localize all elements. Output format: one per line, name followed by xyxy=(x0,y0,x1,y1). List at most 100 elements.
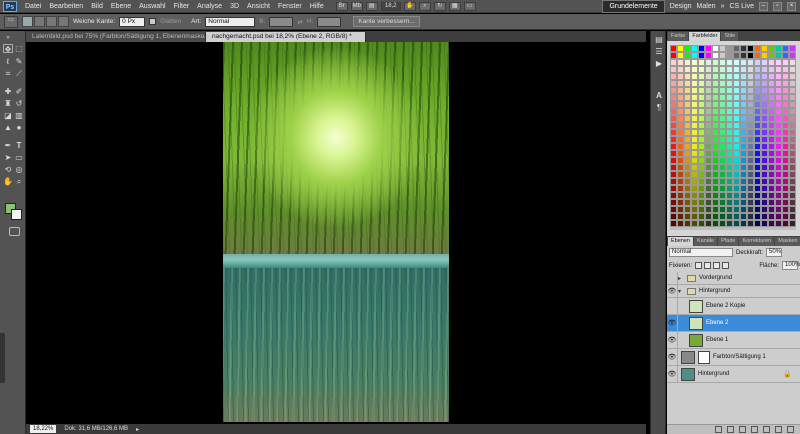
tab-styles[interactable]: Stile xyxy=(721,32,739,41)
swatch-cell[interactable] xyxy=(719,157,726,164)
swatch-cell[interactable] xyxy=(712,157,719,164)
swatch-cell[interactable] xyxy=(761,150,768,157)
blend-mode-select[interactable]: Normal xyxy=(669,248,733,257)
swatch-cell[interactable] xyxy=(754,59,761,66)
swatch-cell[interactable] xyxy=(733,108,740,115)
swatch-cell[interactable] xyxy=(740,52,747,59)
swatch-cell[interactable] xyxy=(754,192,761,199)
swatch-cell[interactable] xyxy=(754,143,761,150)
swatch-cell[interactable] xyxy=(726,199,733,206)
swatch-cell[interactable] xyxy=(775,171,782,178)
swatch-cell[interactable] xyxy=(761,192,768,199)
path-selection-tool-icon[interactable]: ➤ xyxy=(3,153,13,162)
swatch-cell[interactable] xyxy=(726,143,733,150)
swatch-cell[interactable] xyxy=(670,136,677,143)
swatch-cell[interactable] xyxy=(740,171,747,178)
swatch-cell[interactable] xyxy=(775,66,782,73)
swatch-cell[interactable] xyxy=(740,220,747,227)
marquee-preset-icon[interactable]: ▭ xyxy=(4,15,18,28)
swatch-cell[interactable] xyxy=(782,115,789,122)
smooth-checkbox[interactable] xyxy=(149,18,157,25)
gradient-tool-icon[interactable]: ▥ xyxy=(14,111,24,120)
swatch-cell[interactable] xyxy=(754,108,761,115)
swatch-cell[interactable] xyxy=(761,80,768,87)
menu-item[interactable]: Ansicht xyxy=(243,0,274,13)
swatch-cell[interactable] xyxy=(768,199,775,206)
swatch-cell[interactable] xyxy=(677,136,684,143)
swatch-cell[interactable] xyxy=(705,45,712,52)
swatch-cell[interactable] xyxy=(747,45,754,52)
tab-channels[interactable]: Kanäle xyxy=(693,237,718,246)
swatch-cell[interactable] xyxy=(782,143,789,150)
swatch-cell[interactable] xyxy=(747,136,754,143)
swatch-cell[interactable] xyxy=(719,136,726,143)
swatch-cell[interactable] xyxy=(698,192,705,199)
swatch-cell[interactable] xyxy=(733,185,740,192)
swatch-cell[interactable] xyxy=(705,87,712,94)
swatch-cell[interactable] xyxy=(719,73,726,80)
swatch-cell[interactable] xyxy=(782,87,789,94)
swatch-cell[interactable] xyxy=(684,87,691,94)
swatch-cell[interactable] xyxy=(712,52,719,59)
swatch-cell[interactable] xyxy=(740,129,747,136)
swatch-cell[interactable] xyxy=(726,45,733,52)
swatch-cell[interactable] xyxy=(684,80,691,87)
swatch-cell[interactable] xyxy=(698,199,705,206)
swatch-cell[interactable] xyxy=(698,66,705,73)
swatch-cell[interactable] xyxy=(740,122,747,129)
swatch-cell[interactable] xyxy=(726,192,733,199)
swatch-cell[interactable] xyxy=(754,80,761,87)
document-canvas[interactable] xyxy=(223,42,449,422)
swatch-cell[interactable] xyxy=(719,213,726,220)
swatch-cell[interactable] xyxy=(733,115,740,122)
swatch-cell[interactable] xyxy=(670,157,677,164)
history-icon[interactable]: ☰ xyxy=(654,47,664,57)
crop-tool-icon[interactable]: ⌗ xyxy=(3,69,13,78)
swatch-cell[interactable] xyxy=(719,101,726,108)
swatch-cell[interactable] xyxy=(747,101,754,108)
swatch-cell[interactable] xyxy=(712,178,719,185)
swatch-cell[interactable] xyxy=(670,80,677,87)
subtract-selection-icon[interactable] xyxy=(46,16,57,27)
swatch-cell[interactable] xyxy=(768,192,775,199)
menu-item[interactable]: Filter xyxy=(170,0,194,13)
visibility-eye-icon[interactable]: 👁 xyxy=(667,332,678,348)
swatch-cell[interactable] xyxy=(719,171,726,178)
swatch-cell[interactable] xyxy=(691,80,698,87)
swatch-cell[interactable] xyxy=(747,220,754,227)
swatch-cell[interactable] xyxy=(684,129,691,136)
swatch-cell[interactable] xyxy=(754,150,761,157)
swatch-cell[interactable] xyxy=(775,213,782,220)
swatch-cell[interactable] xyxy=(733,122,740,129)
swatch-cell[interactable] xyxy=(726,80,733,87)
swatch-cell[interactable] xyxy=(719,122,726,129)
swatch-cell[interactable] xyxy=(740,178,747,185)
swatch-cell[interactable] xyxy=(747,52,754,59)
swatch-cell[interactable] xyxy=(670,101,677,108)
swatch-cell[interactable] xyxy=(684,150,691,157)
swatch-cell[interactable] xyxy=(726,150,733,157)
swatch-cell[interactable] xyxy=(677,206,684,213)
swatch-cell[interactable] xyxy=(740,115,747,122)
swatch-cell[interactable] xyxy=(782,206,789,213)
swatch-cell[interactable] xyxy=(670,59,677,66)
swatch-cell[interactable] xyxy=(698,164,705,171)
swatch-cell[interactable] xyxy=(789,129,796,136)
swatch-cell[interactable] xyxy=(698,171,705,178)
swatch-cell[interactable] xyxy=(712,143,719,150)
swatch-cell[interactable] xyxy=(761,213,768,220)
swatch-cell[interactable] xyxy=(768,73,775,80)
swatch-cell[interactable] xyxy=(754,171,761,178)
swatch-cell[interactable] xyxy=(754,101,761,108)
style-select[interactable]: Normal xyxy=(205,16,256,27)
tab-swatches[interactable]: Farbfelder xyxy=(689,32,721,41)
quick-mask-icon[interactable] xyxy=(9,227,20,236)
swatch-cell[interactable] xyxy=(754,136,761,143)
swatch-cell[interactable] xyxy=(733,150,740,157)
swatch-cell[interactable] xyxy=(684,73,691,80)
swatch-cell[interactable] xyxy=(754,185,761,192)
swatch-cell[interactable] xyxy=(712,150,719,157)
swatch-cell[interactable] xyxy=(670,192,677,199)
swatch-cell[interactable] xyxy=(768,94,775,101)
swatch-cell[interactable] xyxy=(768,45,775,52)
